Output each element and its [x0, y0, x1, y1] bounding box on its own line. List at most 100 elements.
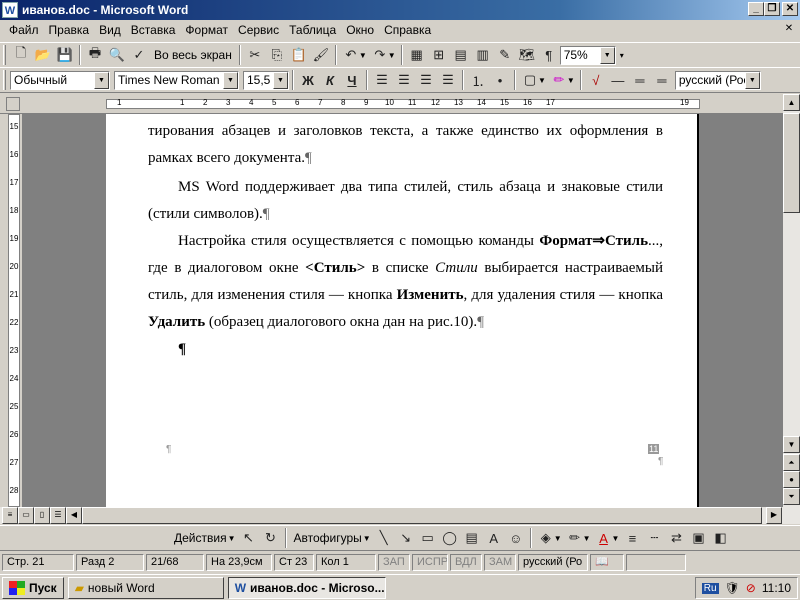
menu-edit[interactable]: Правка	[44, 23, 95, 37]
document-map-icon[interactable]: 🗺	[516, 44, 538, 66]
chevron-down-icon[interactable]: ▼	[363, 534, 371, 543]
chevron-down-icon[interactable]: ▼	[554, 534, 562, 543]
status-track-changes[interactable]: ИСПР	[412, 553, 448, 571]
tab-selector-icon[interactable]	[6, 97, 20, 111]
status-section[interactable]: Разд 2	[76, 553, 144, 571]
textbox-icon[interactable]: ▤	[461, 527, 483, 549]
start-button[interactable]: Пуск	[2, 576, 64, 599]
language-indicator[interactable]: Ru	[701, 582, 719, 594]
autoshapes-menu[interactable]: Автофигуры	[290, 531, 366, 545]
format-painter-icon[interactable]: 🖌	[310, 44, 332, 66]
paragraph-2[interactable]: MS Word поддерживает два типа стилей, ст…	[148, 174, 663, 228]
clipart-icon[interactable]: ☺	[505, 527, 527, 549]
paragraph-3[interactable]: Настройка стиля осуществляется с помощью…	[148, 228, 663, 336]
align-right-icon[interactable]: ☰	[415, 69, 437, 91]
status-line[interactable]: Ст 23	[274, 553, 314, 571]
font-select[interactable]: Times New Roman ▼	[114, 70, 239, 90]
word-app-icon[interactable]: W	[2, 2, 18, 18]
menu-window[interactable]: Окно	[341, 23, 379, 37]
arrow-style-icon[interactable]: ⇄	[665, 527, 687, 549]
borders-dropdown-icon[interactable]: ▼	[538, 76, 546, 85]
cut-icon[interactable]: ✂	[244, 44, 266, 66]
page-view-icon[interactable]: ▯	[34, 507, 50, 524]
menu-table[interactable]: Таблица	[284, 23, 341, 37]
toolbar-grip[interactable]	[3, 45, 6, 65]
actions-menu[interactable]: Действия	[170, 531, 231, 545]
dash-style-icon[interactable]: ┄	[643, 527, 665, 549]
next-page-icon[interactable]: ⏷	[783, 488, 800, 505]
new-document-icon[interactable]: 🗋	[10, 44, 32, 66]
volume-muted-icon[interactable]: ⊘	[746, 581, 756, 595]
previous-page-icon[interactable]: ⏶	[783, 454, 800, 471]
paste-icon[interactable]: 📋	[288, 44, 310, 66]
document-area[interactable]: тирования абзацев и заголовков текста, а…	[22, 114, 783, 507]
status-extend[interactable]: ВДЛ	[450, 553, 482, 571]
underline-button[interactable]: Ч	[341, 69, 363, 91]
italic-button[interactable]: К	[319, 69, 341, 91]
chevron-down-icon[interactable]: ▼	[612, 534, 620, 543]
copy-icon[interactable]: ⎘	[266, 44, 288, 66]
free-rotate-icon[interactable]: ↻	[260, 527, 282, 549]
undo-dropdown-icon[interactable]: ▼	[359, 51, 367, 60]
close-button[interactable]: ✕	[782, 2, 798, 16]
minimize-button[interactable]: _	[748, 2, 764, 16]
highlight-dropdown-icon[interactable]: ▼	[567, 76, 575, 85]
save-icon[interactable]: 💾	[54, 44, 76, 66]
menu-format[interactable]: Формат	[180, 23, 233, 37]
horizontal-ruler[interactable]: 1 1 2 3 4 5 6 7 8 9 10 11 12 13 14 15 16…	[0, 94, 800, 114]
font-size-select[interactable]: 15,5 ▼	[243, 70, 289, 90]
arrow-icon[interactable]: ↘	[395, 527, 417, 549]
print-preview-icon[interactable]: 🔍	[106, 44, 128, 66]
vertical-ruler[interactable]: 15 16 17 18 19 20 21 22 23 24 25 26 27 2…	[6, 114, 22, 507]
status-record[interactable]: ЗАП	[378, 553, 410, 571]
close-document-icon[interactable]: ✕	[782, 23, 796, 36]
menu-help[interactable]: Справка	[379, 23, 436, 37]
equation-icon[interactable]: √	[585, 69, 607, 91]
equals-line-icon[interactable]: ═	[651, 69, 673, 91]
cursor-paragraph[interactable]: ¶	[178, 336, 198, 363]
scroll-up-icon[interactable]: ▲	[783, 94, 800, 111]
scroll-down-icon[interactable]: ▼	[783, 436, 800, 453]
status-page[interactable]: Стр. 21	[2, 553, 74, 571]
taskbar-item-ivanov-doc[interactable]: Wиванов.doc - Microso...	[227, 576, 386, 599]
numbering-icon[interactable]: ⒈	[467, 69, 489, 91]
horizontal-scroll-thumb[interactable]	[82, 507, 762, 524]
taskbar-item-new-word[interactable]: ▰ новый Word	[67, 576, 224, 599]
line-icon[interactable]: ╲	[373, 527, 395, 549]
clock[interactable]: 11:10	[762, 581, 791, 595]
status-column[interactable]: Кол 1	[316, 553, 376, 571]
chevron-down-icon[interactable]: ▼	[223, 71, 238, 89]
menu-file[interactable]: Файл	[4, 23, 44, 37]
tables-borders-icon[interactable]: ▦	[406, 44, 428, 66]
scroll-left-icon[interactable]: ◀	[66, 507, 82, 524]
drawing-toggle-icon[interactable]: ✎	[494, 44, 516, 66]
rectangle-icon[interactable]: ▭	[417, 527, 439, 549]
open-folder-icon[interactable]: 📂	[32, 44, 54, 66]
language-select[interactable]: русский (Росс ▼	[674, 70, 761, 90]
normal-view-icon[interactable]: ≡	[2, 507, 18, 524]
status-at[interactable]: На 23,9см	[206, 553, 272, 571]
chevron-down-icon[interactable]: ▼	[583, 534, 591, 543]
bullets-icon[interactable]: •	[489, 69, 511, 91]
menu-view[interactable]: Вид	[94, 23, 126, 37]
document-page[interactable]: тирования абзацев и заголовков текста, а…	[106, 114, 699, 507]
select-pointer-icon[interactable]: ↖	[238, 527, 260, 549]
chevron-down-icon[interactable]: ▼	[228, 534, 236, 543]
chevron-down-icon[interactable]: ▼	[744, 71, 760, 89]
chevron-down-icon[interactable]: ▼	[599, 46, 615, 64]
menu-insert[interactable]: Вставка	[126, 23, 181, 37]
spelling-icon[interactable]: ✓	[128, 44, 150, 66]
shadow-icon[interactable]: ▣	[687, 527, 709, 549]
double-line-icon[interactable]: ═	[629, 69, 651, 91]
line-style-icon[interactable]: ≡	[621, 527, 643, 549]
zoom-select[interactable]: 75% ▼	[559, 45, 616, 65]
page-number-field[interactable]: 11	[648, 444, 660, 454]
toolbar-grip[interactable]	[3, 70, 6, 90]
toolbar-options-icon[interactable]: ▾	[620, 51, 624, 60]
wordart-icon[interactable]: A	[483, 527, 505, 549]
align-left-icon[interactable]: ☰	[371, 69, 393, 91]
align-center-icon[interactable]: ☰	[393, 69, 415, 91]
3d-icon[interactable]: ◧	[709, 527, 731, 549]
maximize-button[interactable]: ❐	[764, 2, 780, 16]
insert-excel-icon[interactable]: ▤	[450, 44, 472, 66]
